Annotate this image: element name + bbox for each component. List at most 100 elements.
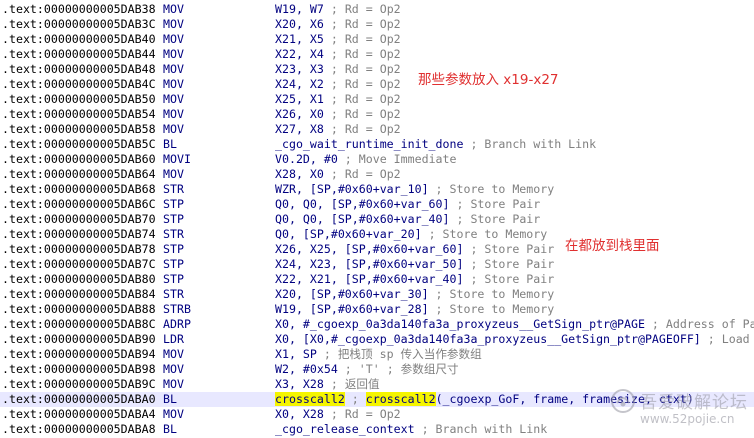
operand-text[interactable]: _cgo_wait_runtime_init_done — [275, 137, 463, 151]
code-line[interactable]: .text:00000000005DAB3C MOV X20, X6 ; Rd = … — [0, 17, 754, 32]
instruction-operands[interactable]: X21, X5 ; Rd = Op2 — [275, 32, 401, 47]
code-line-current[interactable]: .text:00000000005DABA0 BL crosscall2 ; cro… — [0, 392, 754, 407]
code-line[interactable]: .text:00000000005DAB60 MOVI V0.2D, #0 ; Mo… — [0, 152, 754, 167]
instruction-operands[interactable]: X0, [X0,#_cgoexp_0a3da140fa3a_proxyzeus_… — [275, 332, 750, 347]
code-line[interactable]: .text:00000000005DAB80 STP X22, X21, [SP,#… — [0, 272, 754, 287]
instruction-mnemonic[interactable]: MOVI — [163, 152, 191, 167]
code-line[interactable]: .text:00000000005DAB54 MOV X26, X0 ; Rd = … — [0, 107, 754, 122]
operand-text[interactable]: W19, [SP,#0x60+var_28] — [275, 302, 429, 316]
operand-text[interactable]: X0, #_cgoexp_0a3da140fa3a_proxyzeus__Get… — [275, 317, 645, 331]
instruction-mnemonic[interactable]: STP — [163, 242, 184, 257]
operand-text[interactable]: V0.2D, #0 — [275, 152, 338, 166]
code-line[interactable]: .text:00000000005DAB40 MOV X21, X5 ; Rd = … — [0, 32, 754, 47]
line-address[interactable]: .text:00000000005DAB60 — [2, 152, 156, 167]
instruction-operands[interactable]: crosscall2 ; crosscall2(_cgoexp_GoF, fra… — [275, 392, 694, 407]
instruction-operands[interactable]: X27, X8 ; Rd = Op2 — [275, 122, 401, 137]
code-line[interactable]: .text:00000000005DAB94 MOV X1, SP ; 把栈顶 sp… — [0, 347, 754, 362]
line-address[interactable]: .text:00000000005DAB9C — [2, 377, 156, 392]
instruction-operands[interactable]: X26, X0 ; Rd = Op2 — [275, 107, 401, 122]
line-address[interactable]: .text:00000000005DAB98 — [2, 362, 156, 377]
code-line[interactable]: .text:00000000005DAB68 STR WZR, [SP,#0x60+… — [0, 182, 754, 197]
line-address[interactable]: .text:00000000005DAB58 — [2, 122, 156, 137]
instruction-operands[interactable]: _cgo_wait_runtime_init_done ; Branch wit… — [275, 137, 596, 152]
line-address[interactable]: .text:00000000005DAB90 — [2, 332, 156, 347]
instruction-mnemonic[interactable]: MOV — [163, 62, 184, 77]
line-address[interactable]: .text:00000000005DAB44 — [2, 47, 156, 62]
instruction-mnemonic[interactable]: MOV — [163, 92, 184, 107]
operand-text[interactable]: X1, SP — [275, 347, 317, 361]
line-address[interactable]: .text:00000000005DAB54 — [2, 107, 156, 122]
instruction-operands[interactable]: X25, X1 ; Rd = Op2 — [275, 92, 401, 107]
instruction-mnemonic[interactable]: MOV — [163, 47, 184, 62]
instruction-operands[interactable]: WZR, [SP,#0x60+var_10] ; Store to Memory — [275, 182, 554, 197]
instruction-mnemonic[interactable]: MOV — [163, 32, 184, 47]
instruction-mnemonic[interactable]: MOV — [163, 377, 184, 392]
operand-text[interactable]: X23, X3 — [275, 62, 324, 76]
line-address[interactable]: .text:00000000005DAB38 — [2, 2, 156, 17]
code-line[interactable]: .text:00000000005DAB98 MOV W2, #0x54 ; 'T'… — [0, 362, 754, 377]
instruction-operands[interactable]: X24, X23, [SP,#0x60+var_50] ; Store Pair — [275, 257, 554, 272]
instruction-operands[interactable]: X20, [SP,#0x60+var_30] ; Store to Memory — [275, 287, 554, 302]
code-line[interactable]: .text:00000000005DABA8 BL _cgo_release_con… — [0, 422, 754, 437]
operand-text[interactable]: X21, X5 — [275, 32, 324, 46]
code-line[interactable]: .text:00000000005DABA4 MOV X0, X28 ; Rd = … — [0, 407, 754, 422]
instruction-operands[interactable]: X0, #_cgoexp_0a3da140fa3a_proxyzeus__Get… — [275, 317, 754, 332]
operand-text[interactable]: X26, X25, [SP,#0x60+var_60] — [275, 242, 463, 256]
operand-text[interactable]: Q0, [SP,#0x60+var_20] — [275, 227, 422, 241]
code-line[interactable]: .text:00000000005DAB8C ADRP X0, #_cgoexp_0… — [0, 317, 754, 332]
instruction-operands[interactable]: _cgo_release_context ; Branch with Link — [275, 422, 547, 437]
line-address[interactable]: .text:00000000005DAB50 — [2, 92, 156, 107]
line-address[interactable]: .text:00000000005DAB84 — [2, 287, 156, 302]
operand-text[interactable]: Q0, Q0, [SP,#0x60+var_60] — [275, 197, 450, 211]
operand-text[interactable]: X27, X8 — [275, 122, 324, 136]
line-address[interactable]: .text:00000000005DAB78 — [2, 242, 156, 257]
code-line[interactable]: .text:00000000005DAB6C STP Q0, Q0, [SP,#0x… — [0, 197, 754, 212]
instruction-mnemonic[interactable]: MOV — [163, 17, 184, 32]
operand-text[interactable]: X24, X2 — [275, 77, 324, 91]
instruction-mnemonic[interactable]: MOV — [163, 77, 184, 92]
operand-text[interactable]: X25, X1 — [275, 92, 324, 106]
code-line[interactable]: .text:00000000005DAB48 MOV X23, X3 ; Rd = … — [0, 62, 754, 77]
instruction-mnemonic[interactable]: MOV — [163, 2, 184, 17]
instruction-mnemonic[interactable]: BL — [163, 422, 177, 437]
operand-text[interactable]: Q0, Q0, [SP,#0x60+var_40] — [275, 212, 450, 226]
instruction-mnemonic[interactable]: MOV — [163, 347, 184, 362]
line-address[interactable]: .text:00000000005DABA0 — [2, 392, 156, 407]
operand-text[interactable]: _cgo_release_context — [275, 422, 415, 436]
instruction-mnemonic[interactable]: STR — [163, 182, 184, 197]
instruction-mnemonic[interactable]: MOV — [163, 107, 184, 122]
line-address[interactable]: .text:00000000005DAB5C — [2, 137, 156, 152]
operand-text[interactable]: X0, X28 — [275, 407, 324, 421]
instruction-mnemonic[interactable]: MOV — [163, 122, 184, 137]
instruction-mnemonic[interactable]: STRB — [163, 302, 191, 317]
instruction-operands[interactable]: Q0, [SP,#0x60+var_20] ; Store to Memory — [275, 227, 547, 242]
highlighted-symbol[interactable]: crosscall2 — [365, 392, 436, 406]
instruction-mnemonic[interactable]: STP — [163, 212, 184, 227]
instruction-operands[interactable]: X23, X3 ; Rd = Op2 — [275, 62, 401, 77]
code-line[interactable]: .text:00000000005DAB5C BL _cgo_wait_runtim… — [0, 137, 754, 152]
highlighted-symbol[interactable]: crosscall2 — [275, 392, 345, 406]
instruction-mnemonic[interactable]: LDR — [163, 332, 184, 347]
operand-text[interactable]: X22, X21, [SP,#0x60+var_40] — [275, 272, 463, 286]
code-line[interactable]: .text:00000000005DAB84 STR X20, [SP,#0x60+… — [0, 287, 754, 302]
instruction-operands[interactable]: W2, #0x54 ; 'T' ; 参数组尺寸 — [275, 362, 459, 377]
line-address[interactable]: .text:00000000005DAB6C — [2, 197, 156, 212]
instruction-operands[interactable]: X1, SP ; 把栈顶 sp 传入当作参数组 — [275, 347, 482, 362]
instruction-mnemonic[interactable]: BL — [163, 392, 177, 407]
code-line[interactable]: .text:00000000005DAB88 STRB W19, [SP,#0x60… — [0, 302, 754, 317]
operand-text[interactable]: X0, [X0,#_cgoexp_0a3da140fa3a_proxyzeus_… — [275, 332, 701, 346]
operand-text[interactable]: W2, #0x54 — [275, 362, 338, 376]
instruction-operands[interactable]: X28, X0 ; Rd = Op2 — [275, 167, 401, 182]
code-line[interactable]: .text:00000000005DAB90 LDR X0, [X0,#_cgoex… — [0, 332, 754, 347]
operand-text[interactable]: X3, X28 — [275, 377, 324, 391]
instruction-mnemonic[interactable]: STP — [163, 272, 184, 287]
code-line[interactable]: .text:00000000005DAB7C STP X24, X23, [SP,#… — [0, 257, 754, 272]
instruction-operands[interactable]: X22, X4 ; Rd = Op2 — [275, 47, 401, 62]
code-line[interactable]: .text:00000000005DAB38 MOV W19, W7 ; Rd = … — [0, 2, 754, 17]
instruction-mnemonic[interactable]: MOV — [163, 407, 184, 422]
operand-text[interactable]: X20, [SP,#0x60+var_30] — [275, 287, 429, 301]
line-address[interactable]: .text:00000000005DAB94 — [2, 347, 156, 362]
instruction-mnemonic[interactable]: STR — [163, 287, 184, 302]
line-address[interactable]: .text:00000000005DABA8 — [2, 422, 156, 437]
line-address[interactable]: .text:00000000005DAB40 — [2, 32, 156, 47]
